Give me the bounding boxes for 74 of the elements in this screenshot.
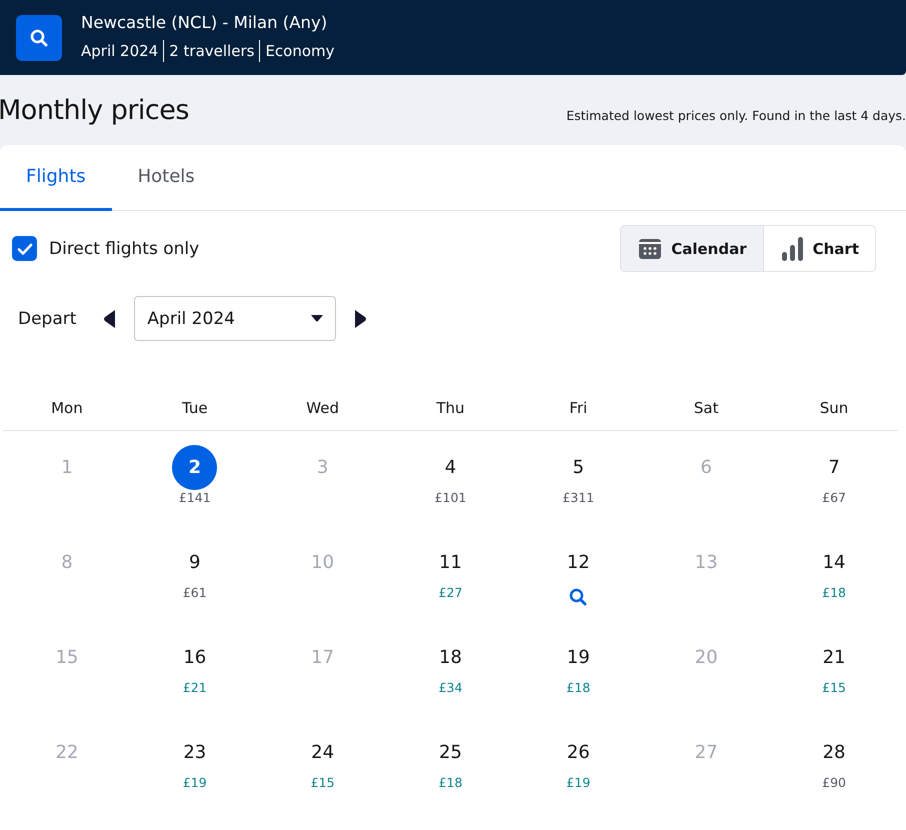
calendar-day: 22	[44, 730, 90, 775]
check-icon	[16, 242, 32, 256]
calendar-day[interactable]: 18	[428, 635, 473, 680]
calendar-day: 13	[684, 540, 729, 585]
day-price: £61	[182, 585, 207, 600]
day-price: £90	[822, 775, 846, 790]
day-price: £34	[438, 680, 462, 695]
month-select[interactable]: April 2024	[134, 296, 336, 341]
day-price: £18	[822, 585, 846, 600]
search-icon	[569, 588, 588, 606]
search-icon	[29, 28, 49, 48]
day-price: £141	[178, 490, 211, 505]
day-price: £18	[438, 775, 462, 790]
calendar-day[interactable]: 9	[172, 540, 218, 585]
trip-detail: 2 travellers	[163, 40, 260, 62]
page-title: Monthly prices	[0, 94, 189, 126]
calendar-day[interactable]: 11	[428, 540, 473, 585]
calendar-day[interactable]: 16	[172, 635, 218, 680]
calendar-day[interactable]: 12	[556, 540, 601, 585]
calendar-day[interactable]: 21	[812, 635, 857, 680]
weekday-label: Wed	[305, 398, 340, 416]
calendar-icon	[639, 238, 662, 260]
calendar-day[interactable]: 2	[172, 445, 218, 490]
trip-detail: April 2024	[81, 41, 160, 62]
day-price: £15	[822, 680, 846, 695]
depart-label: Depart	[18, 308, 76, 328]
checkbox[interactable]	[12, 236, 37, 261]
calendar-day[interactable]: 25	[428, 730, 473, 775]
day-price: £19	[182, 775, 207, 790]
calendar-day: 15	[44, 635, 90, 680]
calendar-day: 20	[684, 635, 729, 680]
weekday-label: Thu	[435, 398, 466, 416]
calendar-day[interactable]: 26	[556, 730, 601, 775]
right-triangle-icon	[354, 310, 366, 328]
calendar-day: 1	[44, 445, 90, 490]
bar-chart-icon	[782, 236, 803, 260]
weekday-label: Mon	[50, 398, 84, 416]
trip-detail: Economy	[259, 40, 340, 62]
day-price: £27	[438, 585, 462, 600]
day-price: £21	[182, 680, 207, 695]
day-price: £15	[310, 775, 335, 790]
left-triangle-icon	[104, 310, 116, 328]
view-toggle[interactable]: Calendar	[621, 226, 763, 271]
day-price: £19	[566, 775, 590, 790]
calendar-day[interactable]: 23	[172, 730, 218, 775]
weekday-label: Fri	[568, 398, 588, 416]
day-price: £101	[434, 490, 466, 505]
calendar-day[interactable]: 7	[812, 445, 857, 490]
calendar-day[interactable]: 5	[556, 445, 601, 490]
caret-icon	[311, 315, 324, 322]
route-title: Newcastle (NCL) - Milan (Any)	[81, 13, 328, 32]
view-toggle[interactable]: Chart	[762, 226, 875, 271]
price-note: Estimated lowest prices only. Found in the last 4 days.	[566, 108, 906, 122]
day-price: £311	[562, 490, 594, 505]
calendar-day[interactable]: 14	[812, 540, 857, 585]
calendar-day: 17	[300, 635, 346, 680]
search-button[interactable]	[16, 14, 62, 60]
weekday-label: Tue	[180, 398, 209, 416]
calendar-day[interactable]: 19	[556, 635, 601, 680]
weekday-label: Sun	[818, 398, 850, 416]
calendar-day: 6	[684, 445, 729, 490]
tab[interactable]: Hotels	[112, 145, 221, 211]
tab[interactable]: Flights	[0, 145, 112, 211]
calendar-day: 10	[300, 540, 346, 585]
calendar-day[interactable]: 24	[300, 730, 346, 775]
calendar-day: 3	[300, 445, 346, 490]
calendar-day: 8	[44, 540, 90, 585]
calendar-day: 27	[684, 730, 729, 775]
calendar-day[interactable]: 28	[812, 730, 857, 775]
checkbox-label: Direct flights only	[49, 238, 200, 258]
day-price: £18	[566, 680, 590, 695]
calendar-day[interactable]: 4	[428, 445, 473, 490]
day-price: £67	[822, 490, 846, 505]
weekday-label: Sat	[692, 398, 720, 416]
